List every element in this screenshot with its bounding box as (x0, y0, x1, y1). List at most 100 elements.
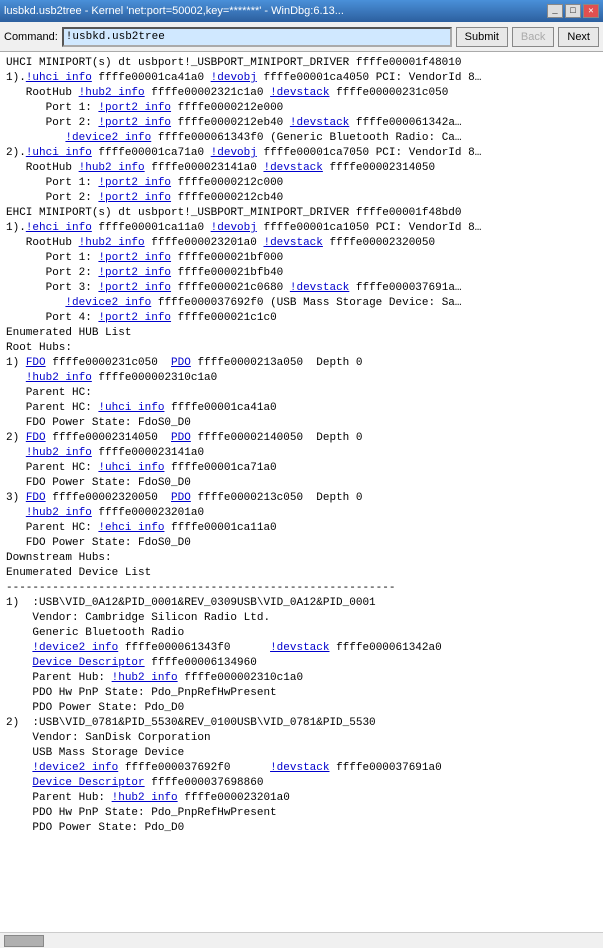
debug-link[interactable]: !device2 info (32, 642, 118, 654)
plain-text: ffffe00001ca41a0 (164, 402, 276, 414)
debug-link[interactable]: !port2 info (98, 282, 171, 294)
content-line: Parent HC: !uhci info ffffe00001ca41a0 (6, 401, 597, 416)
debug-link[interactable]: PDO (171, 432, 191, 444)
minimize-button[interactable]: _ (547, 4, 563, 18)
debug-link[interactable]: !hub2 info (79, 87, 145, 99)
content-line: !hub2 info ffffe000023141a0 (6, 446, 597, 461)
plain-text: Port 2: (6, 267, 98, 279)
debug-link[interactable]: !hub2 info (112, 792, 178, 804)
content-line: Parent HC: !ehci info ffffe00001ca11a0 (6, 521, 597, 536)
content-pane[interactable]: UHCI MINIPORT(s) dt usbport!_USBPORT_MIN… (0, 52, 603, 932)
content-line: !device2 info ffffe000061343f0 !devstack… (6, 641, 597, 656)
back-button[interactable]: Back (512, 27, 554, 47)
maximize-button[interactable]: □ (565, 4, 581, 18)
content-line: 1).!ehci info ffffe00001ca11a0 !devobj f… (6, 221, 597, 236)
plain-text: ffffe00006134960 (145, 657, 257, 669)
submit-button[interactable]: Submit (456, 27, 508, 47)
plain-text: ffffe000061343f0 (118, 642, 270, 654)
plain-text: ffffe00001ca4050 PCI: VendorId 8… (257, 72, 481, 84)
plain-text: 2) (6, 432, 26, 444)
debug-link[interactable]: FDO (26, 432, 46, 444)
plain-text: ffffe000021c1c0 (171, 312, 277, 324)
plain-text (6, 642, 32, 654)
window-title: lusbkd.usb2tree - Kernel 'net:port=50002… (4, 5, 344, 17)
content-line: Port 2: !port2 info ffffe000021bfb40 (6, 266, 597, 281)
debug-link[interactable]: !port2 info (98, 177, 171, 189)
debug-link[interactable]: !devstack (270, 762, 329, 774)
debug-link[interactable]: !devstack (270, 642, 329, 654)
debug-link[interactable]: !devstack (263, 237, 322, 249)
plain-text: ffffe0000212e000 (171, 102, 283, 114)
debug-link[interactable]: PDO (171, 492, 191, 504)
debug-link[interactable]: Device Descriptor (32, 657, 144, 669)
debug-link[interactable]: !port2 info (98, 252, 171, 264)
debug-link[interactable]: !device2 info (65, 132, 151, 144)
debug-link[interactable]: !port2 info (98, 267, 171, 279)
content-line: Port 1: !port2 info ffffe0000212e000 (6, 101, 597, 116)
debug-link[interactable]: !port2 info (98, 312, 171, 324)
debug-link[interactable]: Device Descriptor (32, 777, 144, 789)
debug-link[interactable]: !hub2 info (26, 372, 92, 384)
debug-link[interactable]: !ehci info (26, 222, 92, 234)
plain-text: RootHub (6, 237, 79, 249)
debug-link[interactable]: !port2 info (98, 192, 171, 204)
content-line: Vendor: SanDisk Corporation (6, 731, 597, 746)
content-line: Enumerated Device List (6, 566, 597, 581)
debug-link[interactable]: !hub2 info (26, 507, 92, 519)
plain-text: ffffe000023141a0 (92, 447, 204, 459)
debug-link[interactable]: FDO (26, 492, 46, 504)
debug-link[interactable]: !hub2 info (26, 447, 92, 459)
debug-link[interactable]: !devobj (211, 222, 257, 234)
plain-text (6, 372, 26, 384)
debug-link[interactable]: FDO (26, 357, 46, 369)
command-input[interactable] (62, 27, 452, 47)
plain-text: ffffe0000213a050 Depth 0 (191, 357, 363, 369)
content-line: !device2 info ffffe000061343f0 (Generic … (6, 131, 597, 146)
plain-text: ffffe00002320050 (46, 492, 171, 504)
debug-link[interactable]: !uhci info (98, 462, 164, 474)
hscroll-thumb[interactable] (4, 935, 44, 947)
plain-text: ffffe000023201a0 (145, 237, 264, 249)
debug-link[interactable]: !ehci info (98, 522, 164, 534)
debug-link[interactable]: !device2 info (65, 297, 151, 309)
content-line: Port 4: !port2 info ffffe000021c1c0 (6, 311, 597, 326)
content-line: Port 3: !port2 info ffffe000021c0680 !de… (6, 281, 597, 296)
content-line: !hub2 info ffffe000023201a0 (6, 506, 597, 521)
content-line: 2) FDO ffffe00002314050 PDO ffffe0000214… (6, 431, 597, 446)
debug-link[interactable]: !devstack (290, 117, 349, 129)
debug-link[interactable]: !devstack (270, 87, 329, 99)
content-line: Device Descriptor ffffe00006134960 (6, 656, 597, 671)
close-button[interactable]: ✕ (583, 4, 599, 18)
plain-text (6, 132, 65, 144)
debug-link[interactable]: !device2 info (32, 762, 118, 774)
debug-link[interactable]: !devstack (290, 282, 349, 294)
content-line: Parent Hub: !hub2 info ffffe000023201a0 (6, 791, 597, 806)
content-line: Device Descriptor ffffe000037698860 (6, 776, 597, 791)
content-line: UHCI MINIPORT(s) dt usbport!_USBPORT_MIN… (6, 56, 597, 71)
debug-link[interactable]: !port2 info (98, 102, 171, 114)
next-button[interactable]: Next (558, 27, 599, 47)
content-line: 1).!uhci info ffffe00001ca41a0 !devobj f… (6, 71, 597, 86)
plain-text: ffffe0000212c000 (171, 177, 283, 189)
content-line: ----------------------------------------… (6, 581, 597, 596)
debug-link[interactable]: !hub2 info (112, 672, 178, 684)
debug-link[interactable]: !uhci info (26, 72, 92, 84)
debug-link[interactable]: !devstack (263, 162, 322, 174)
plain-text (6, 297, 65, 309)
horizontal-scrollbar[interactable] (0, 932, 603, 948)
debug-link[interactable]: !devobj (211, 72, 257, 84)
plain-text: Port 2: (6, 117, 98, 129)
content-line: Port 2: !port2 info ffffe0000212eb40 !de… (6, 116, 597, 131)
debug-link[interactable]: !hub2 info (79, 162, 145, 174)
content-line: 1) FDO ffffe0000231c050 PDO ffffe0000213… (6, 356, 597, 371)
debug-link[interactable]: !hub2 info (79, 237, 145, 249)
plain-text: Port 4: (6, 312, 98, 324)
debug-link[interactable]: !port2 info (98, 117, 171, 129)
debug-link[interactable]: !uhci info (98, 402, 164, 414)
plain-text: ffffe0000213c050 Depth 0 (191, 492, 363, 504)
plain-text: ffffe000023201a0 (92, 507, 204, 519)
debug-link[interactable]: !devobj (211, 147, 257, 159)
debug-link[interactable]: !uhci info (26, 147, 92, 159)
debug-link[interactable]: PDO (171, 357, 191, 369)
plain-text: ffffe00001ca71a0 (92, 147, 211, 159)
